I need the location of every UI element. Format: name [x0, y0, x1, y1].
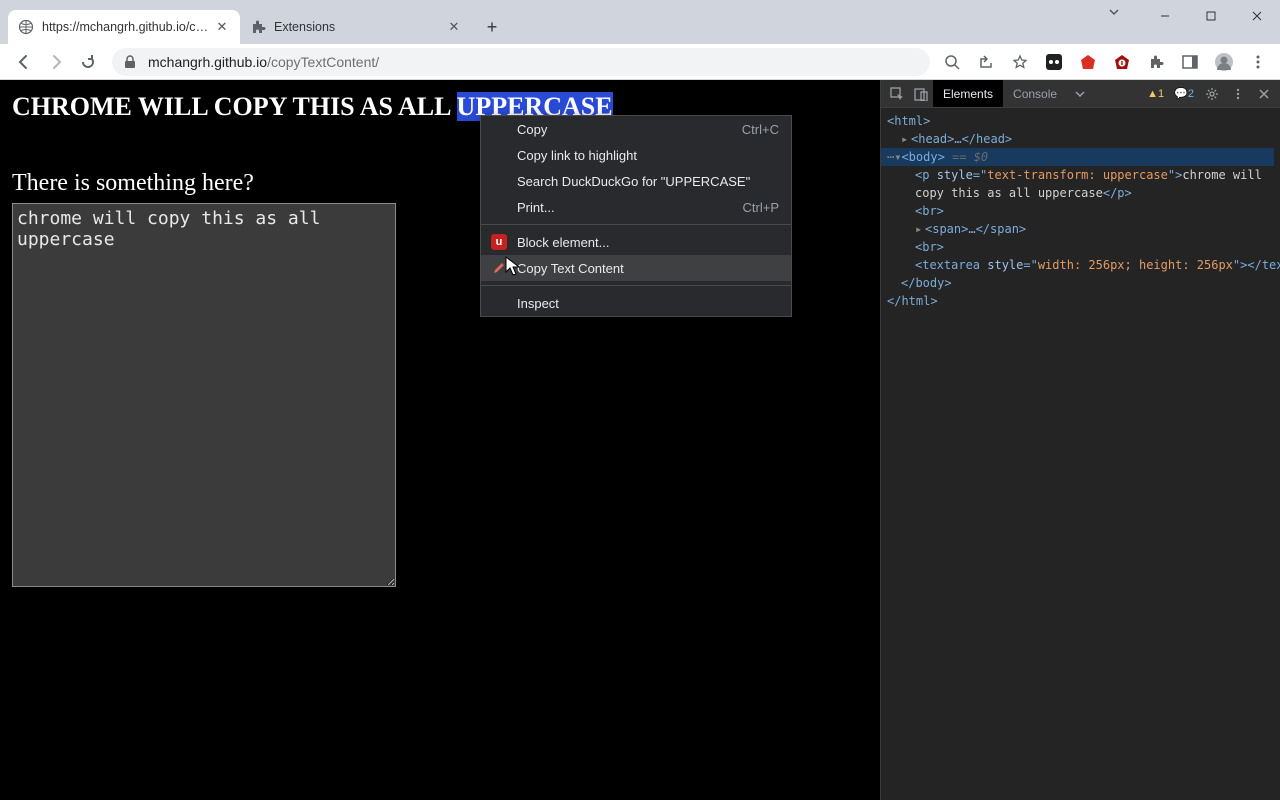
- chevron-down-icon[interactable]: [1108, 6, 1120, 18]
- ctx-inspect[interactable]: Inspect: [481, 290, 791, 316]
- tab-active[interactable]: https://mchangrh.github.io/copy ✕: [8, 10, 240, 44]
- tab-inactive[interactable]: Extensions ✕: [240, 10, 472, 44]
- pencil-icon: [491, 260, 507, 276]
- extension-icon-3[interactable]: [1108, 48, 1136, 76]
- tab-console[interactable]: Console: [1003, 80, 1067, 107]
- toolbar-icons: [938, 48, 1272, 76]
- context-menu: Copy Ctrl+C Copy link to highlight Searc…: [480, 115, 792, 317]
- reload-button[interactable]: [72, 46, 104, 78]
- back-button[interactable]: [8, 46, 40, 78]
- tab-title: https://mchangrh.github.io/copy: [42, 20, 214, 34]
- close-icon[interactable]: ✕: [214, 19, 230, 35]
- close-icon[interactable]: ✕: [446, 19, 462, 35]
- tab-title: Extensions: [274, 20, 446, 34]
- ctx-separator: [481, 285, 791, 286]
- devtools-menu-icon[interactable]: [1226, 82, 1250, 106]
- info-badge[interactable]: 💬2: [1170, 87, 1198, 100]
- tab-elements[interactable]: Elements: [933, 80, 1003, 107]
- warnings-badge[interactable]: ▲1: [1143, 88, 1168, 100]
- lock-icon: [124, 55, 138, 69]
- inspect-element-icon[interactable]: [885, 82, 909, 106]
- globe-icon: [18, 19, 34, 35]
- close-button[interactable]: [1234, 0, 1280, 32]
- maximize-button[interactable]: [1188, 0, 1234, 32]
- window-titlebar: https://mchangrh.github.io/copy ✕ Extens…: [0, 0, 1280, 44]
- devtools-panel: Elements Console ▲1 💬2 <html> ▸<head>…</…: [880, 80, 1280, 800]
- url-domain: mchangrh.github.io: [148, 54, 267, 70]
- textarea[interactable]: [12, 203, 396, 587]
- ctx-block-element[interactable]: u Block element...: [481, 229, 791, 255]
- zoom-icon[interactable]: [938, 48, 966, 76]
- devtools-dom-tree[interactable]: <html> ▸<head>…</head> ⋯▾<body> == $0 <p…: [881, 108, 1280, 800]
- profile-icon[interactable]: [1210, 48, 1238, 76]
- window-controls: [1142, 0, 1280, 32]
- forward-button[interactable]: [40, 46, 72, 78]
- omnibox[interactable]: mchangrh.github.io/copyTextContent/: [112, 48, 930, 76]
- settings-icon[interactable]: [1200, 82, 1224, 106]
- share-icon[interactable]: [972, 48, 1000, 76]
- menu-icon[interactable]: [1244, 48, 1272, 76]
- device-toolbar-icon[interactable]: [909, 82, 933, 106]
- more-tabs-icon[interactable]: [1067, 82, 1091, 106]
- url-path: /copyTextContent/: [267, 54, 379, 70]
- ctx-copy-text-content[interactable]: Copy Text Content: [481, 255, 791, 281]
- extension-icon-2[interactable]: [1074, 48, 1102, 76]
- new-tab-button[interactable]: +: [478, 13, 506, 41]
- devtools-tabs: Elements Console ▲1 💬2: [881, 80, 1280, 108]
- ctx-copy-link-highlight[interactable]: Copy link to highlight: [481, 142, 791, 168]
- ctx-separator: [481, 224, 791, 225]
- ublock-icon: u: [491, 234, 507, 250]
- ctx-search[interactable]: Search DuckDuckGo for "UPPERCASE": [481, 168, 791, 194]
- sidepanel-icon[interactable]: [1176, 48, 1204, 76]
- ctx-print[interactable]: Print... Ctrl+P: [481, 194, 791, 220]
- extension-icon-1[interactable]: [1040, 48, 1068, 76]
- puzzle-icon: [250, 19, 266, 35]
- extensions-button[interactable]: [1142, 48, 1170, 76]
- address-bar: mchangrh.github.io/copyTextContent/: [0, 44, 1280, 80]
- ctx-copy[interactable]: Copy Ctrl+C: [481, 116, 791, 142]
- devtools-close-icon[interactable]: [1252, 82, 1276, 106]
- tab-strip: https://mchangrh.github.io/copy ✕ Extens…: [0, 0, 506, 44]
- star-icon[interactable]: [1006, 48, 1034, 76]
- minimize-button[interactable]: [1142, 0, 1188, 32]
